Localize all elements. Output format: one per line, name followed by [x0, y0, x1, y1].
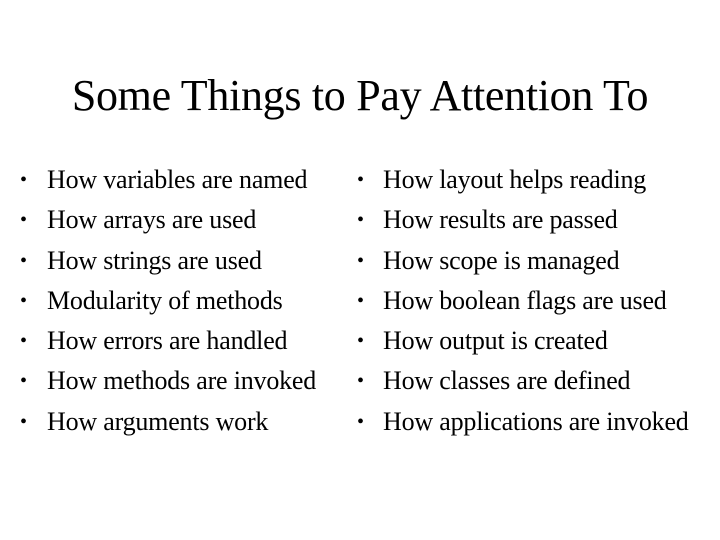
list-item-text: How scope is managed: [383, 245, 620, 275]
bullet-icon: •: [357, 169, 364, 191]
bullet-icon: •: [357, 330, 364, 353]
list-item-text: How results are passed: [383, 205, 618, 235]
bullet-icon: •: [20, 249, 27, 272]
list-item-text: How classes are defined: [383, 366, 631, 396]
list-item-text: How applications are invoked: [383, 406, 689, 436]
bullet-icon: •: [357, 289, 364, 312]
bullet-icon: •: [20, 330, 27, 353]
list-item-text: How strings are used: [47, 245, 262, 275]
bullet-icon: •: [357, 249, 364, 272]
list-item-text: How output is created: [383, 326, 608, 356]
bullet-icon: •: [20, 289, 27, 312]
list-item-text: How layout helps reading: [383, 165, 647, 194]
slide: Some Things to Pay Attention To • How var…: [0, 0, 720, 540]
list-item-text: How methods are invoked: [47, 366, 317, 396]
list-item-text: How errors are handled: [47, 326, 288, 356]
bullet-icon: •: [20, 209, 27, 232]
bullet-icon: •: [20, 169, 27, 191]
list-item-text: Modularity of methods: [47, 285, 283, 315]
list-item-text: How arguments work: [47, 406, 269, 436]
bullet-icon: •: [357, 410, 364, 433]
bullet-icon: •: [357, 209, 364, 232]
list-item-text: How boolean flags are used: [383, 285, 667, 315]
bullet-icon: •: [20, 410, 27, 433]
bullet-icon: •: [357, 370, 364, 393]
bullet-icon: •: [20, 370, 27, 393]
slide-title: Some Things to Pay Attention To: [71, 71, 649, 120]
list-item-text: How arrays are used: [47, 205, 257, 235]
list-item-text: How variables are named: [47, 165, 308, 194]
